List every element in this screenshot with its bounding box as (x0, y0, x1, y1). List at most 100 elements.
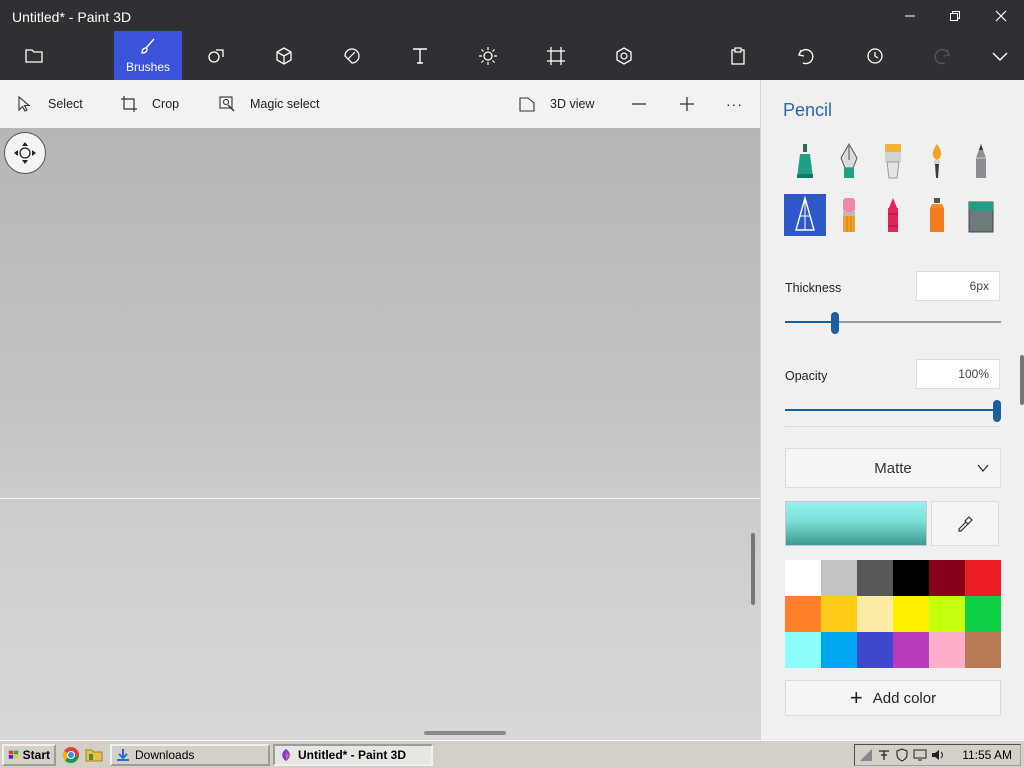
pencil-icon (976, 144, 986, 178)
brush-icon (141, 38, 155, 54)
taskbar-downloads[interactable]: Downloads (110, 744, 270, 766)
expand-ribbon-button[interactable] (966, 31, 1024, 80)
finish-dropdown[interactable]: Matte (785, 448, 1001, 488)
canvas-tab[interactable] (522, 31, 590, 80)
oil-brush-icon (885, 144, 901, 179)
palette-swatch[interactable] (821, 632, 857, 668)
canvas-horizon-line (0, 498, 760, 499)
text-tab[interactable] (386, 31, 454, 80)
file-explorer-icon[interactable] (85, 746, 103, 764)
opacity-fill (785, 409, 997, 411)
current-color-swatch[interactable] (785, 501, 927, 546)
more-options-button[interactable]: ··· (726, 80, 743, 128)
chrome-icon[interactable] (62, 746, 80, 764)
start-label: Start (22, 748, 50, 762)
zoom-in-button[interactable] (678, 80, 696, 128)
stickers-tab[interactable] (318, 31, 386, 80)
canvas-vertical-scrollbar[interactable] (751, 533, 755, 605)
opacity-input[interactable]: 100% (916, 359, 1000, 389)
display-icon[interactable] (913, 748, 927, 762)
pencil-brush-selected[interactable] (784, 194, 826, 236)
palette-swatch[interactable] (857, 596, 893, 632)
paste-button[interactable] (704, 31, 772, 80)
palette-swatch[interactable] (821, 596, 857, 632)
crop-button[interactable]: Crop (120, 80, 179, 128)
view-navigation-button[interactable] (4, 132, 46, 174)
taskbar-paint3d[interactable]: Untitled* - Paint 3D (273, 744, 433, 766)
canvas-icon (547, 46, 565, 65)
volume-icon[interactable] (931, 748, 945, 762)
eyedropper-button[interactable] (931, 501, 999, 546)
effects-tab[interactable] (454, 31, 522, 80)
thickness-input[interactable]: 6px (916, 271, 1000, 301)
start-button[interactable]: Start (2, 744, 56, 766)
menu-button[interactable] (0, 31, 68, 80)
palette-swatch[interactable] (857, 560, 893, 596)
crayon-brush[interactable] (872, 194, 914, 236)
magic-select-icon (219, 96, 235, 112)
thickness-slider[interactable] (785, 312, 1001, 334)
panel-scrollbar[interactable] (1020, 355, 1024, 405)
palette-swatch[interactable] (893, 560, 929, 596)
opacity-slider[interactable] (785, 400, 1001, 422)
zoom-out-button[interactable] (630, 80, 648, 128)
palette-swatch[interactable] (965, 596, 1001, 632)
palette-swatch[interactable] (785, 596, 821, 632)
select-label: Select (48, 97, 83, 111)
3d-view-button[interactable]: 3D view (518, 80, 594, 128)
undo-button[interactable] (772, 31, 840, 80)
brushes-tab[interactable]: Brushes (114, 31, 182, 80)
close-button[interactable] (978, 2, 1024, 30)
minimize-button[interactable] (887, 2, 933, 30)
opacity-thumb[interactable] (993, 400, 1001, 422)
2d-shapes-tab[interactable] (182, 31, 250, 80)
select-button[interactable]: Select (16, 80, 83, 128)
palette-swatch[interactable] (965, 632, 1001, 668)
chevron-down-icon (992, 52, 1008, 61)
pencil-selected-icon (795, 196, 815, 231)
panel-title: Pencil (783, 100, 833, 120)
add-color-label: Add color (872, 689, 937, 707)
thickness-thumb[interactable] (831, 312, 839, 334)
history-button[interactable] (840, 31, 908, 80)
palette-swatch[interactable] (893, 596, 929, 632)
finish-value: Matte (874, 459, 912, 477)
3d-shapes-tab[interactable] (250, 31, 318, 80)
calligraphy-pen-icon (840, 142, 858, 178)
drawing-canvas[interactable] (0, 128, 760, 740)
taskbar: Start Downloads Untitled* - Paint 3D 11:… (0, 740, 1024, 768)
marker-brush[interactable] (784, 140, 826, 182)
fill-brush[interactable] (960, 194, 1002, 236)
security-shield-icon[interactable] (895, 748, 909, 762)
palette-swatch[interactable] (929, 560, 965, 596)
redo-icon (934, 48, 950, 64)
3d-library-tab[interactable] (590, 31, 658, 80)
palette-swatch[interactable] (857, 632, 893, 668)
canvas-horizontal-scrollbar[interactable] (424, 731, 506, 735)
magic-select-button[interactable]: Magic select (218, 80, 319, 128)
brushes-label: Brushes (125, 60, 171, 74)
oil-brush[interactable] (872, 140, 914, 182)
thickness-fill (785, 321, 835, 323)
pencil-brush[interactable] (960, 140, 1002, 182)
restore-button[interactable] (932, 2, 978, 30)
history-icon (867, 47, 883, 64)
spray-can-brush[interactable] (916, 194, 958, 236)
add-color-button[interactable]: + Add color (785, 680, 1001, 716)
network-icon[interactable] (859, 748, 873, 762)
palette-swatch[interactable] (965, 560, 1001, 596)
palette-swatch[interactable] (785, 560, 821, 596)
calligraphy-pen-brush[interactable] (828, 140, 870, 182)
palette-swatch[interactable] (929, 596, 965, 632)
palette-swatch[interactable] (821, 560, 857, 596)
watercolor-brush[interactable] (916, 140, 958, 182)
language-icon[interactable] (877, 748, 891, 762)
tools-toolbar: Select Crop Magic select 3D view ··· (0, 80, 760, 128)
palette-swatch[interactable] (785, 632, 821, 668)
palette-swatch[interactable] (893, 632, 929, 668)
eraser-brush[interactable] (828, 194, 870, 236)
minus-icon (632, 103, 646, 105)
spray-can-icon (930, 198, 944, 232)
palette-swatch[interactable] (929, 632, 965, 668)
eraser-icon (843, 198, 855, 232)
